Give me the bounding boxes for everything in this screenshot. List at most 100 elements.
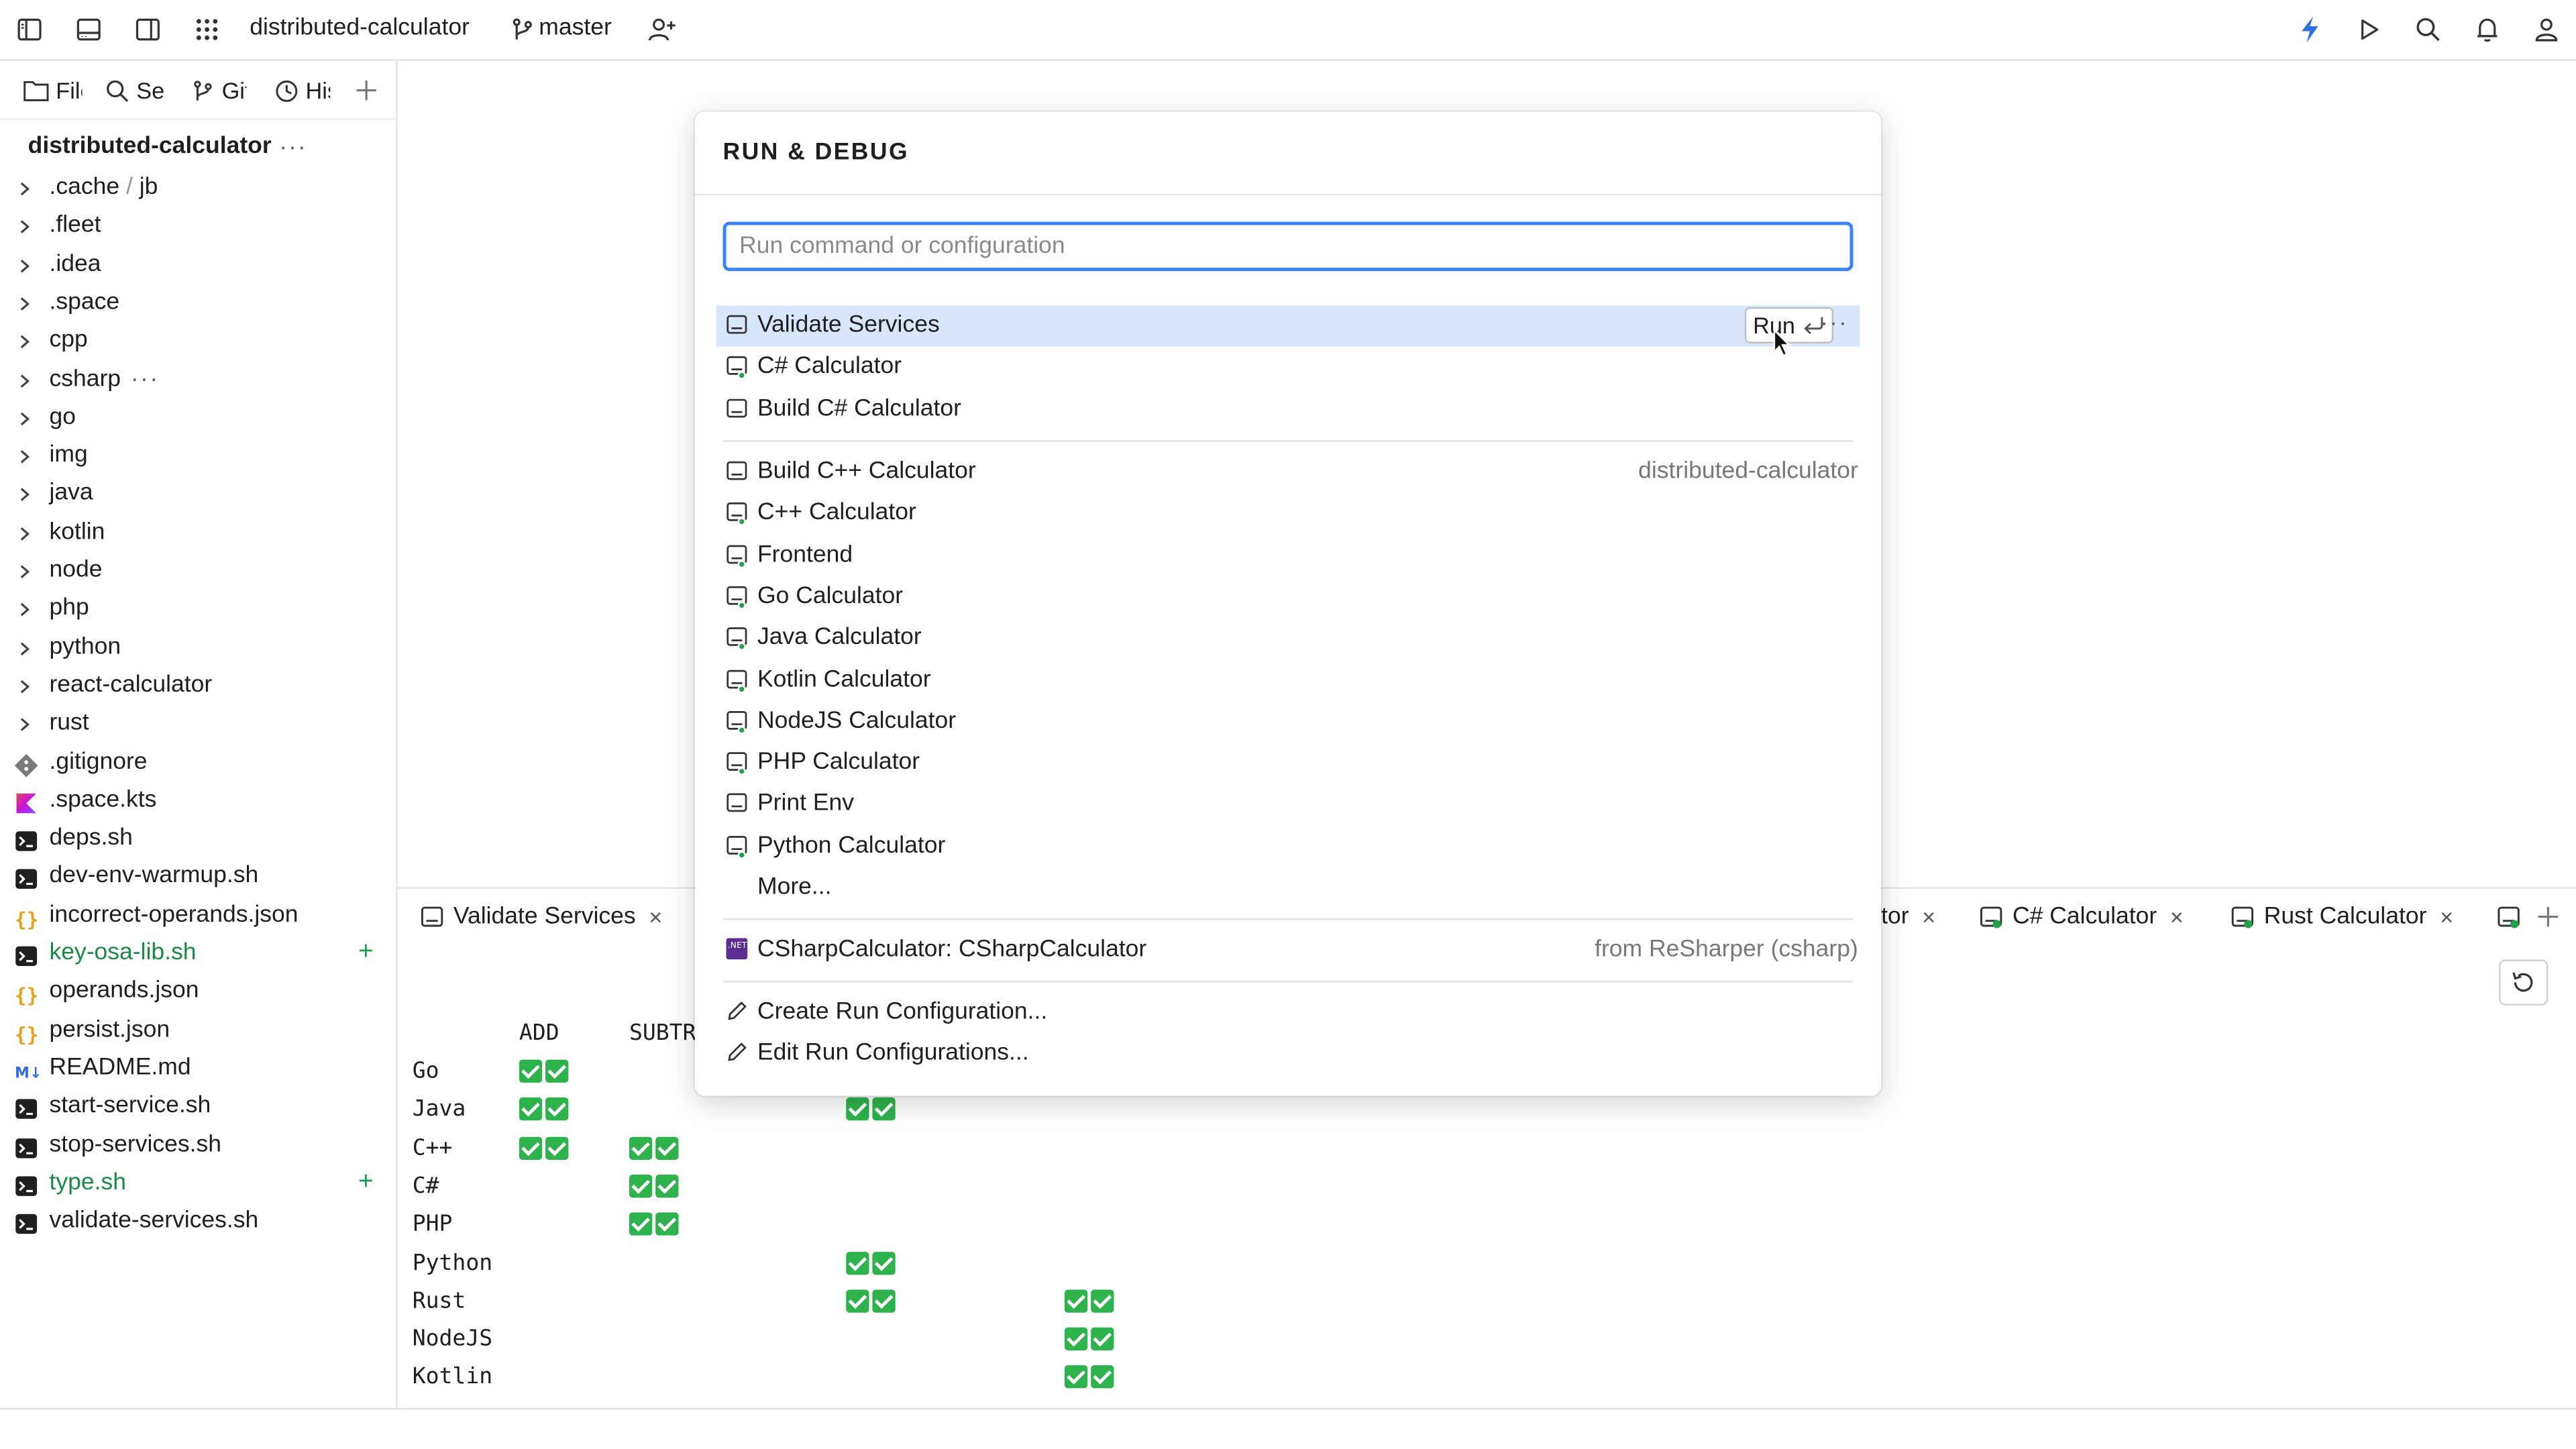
tree-file[interactable]: stop-services.sh [0, 1128, 398, 1165]
run-config-item[interactable]: C# Calculator [716, 347, 1860, 388]
chevron-right-icon[interactable] [16, 180, 32, 197]
chevron-right-icon[interactable] [16, 449, 32, 465]
tree-folder[interactable]: .cache / jb [0, 171, 398, 209]
search-icon[interactable] [2412, 13, 2445, 46]
run-config-item[interactable]: Kotlin Calculator [716, 659, 1860, 700]
chevron-right-icon[interactable] [16, 716, 32, 733]
tree-file[interactable]: key-osa-lib.sh + [0, 936, 398, 974]
tab-validate-services[interactable]: Validate Services × [421, 899, 662, 935]
tree-folder[interactable]: csharp ··· [0, 362, 398, 400]
run-config-item[interactable]: Java Calculator [716, 618, 1860, 659]
tree-file[interactable]: type.sh + [0, 1166, 398, 1203]
tab-rust-calculator[interactable]: Rust Calculator × [2231, 899, 2453, 935]
run-config-action[interactable]: Edit Run Configurations... [716, 1034, 1860, 1075]
user-icon[interactable] [2530, 13, 2563, 46]
run-config-item[interactable]: Validate Services Run ··· [716, 305, 1860, 347]
add-user-icon[interactable] [645, 13, 678, 46]
tab-history[interactable]: History [274, 76, 330, 105]
chevron-right-icon[interactable] [16, 602, 32, 618]
more-options-icon[interactable]: ··· [1820, 309, 1848, 335]
run-config-item[interactable]: Build C++ Calculator distributed-calculat… [716, 451, 1860, 492]
sidebar-left-icon[interactable] [13, 13, 46, 46]
tree-folder[interactable]: img [0, 439, 398, 476]
run-config-item[interactable]: Frontend [716, 535, 1860, 576]
add-tab-button[interactable] [355, 76, 384, 105]
chevron-right-icon[interactable] [16, 525, 32, 541]
panel-bottom-icon[interactable] [72, 13, 105, 46]
tree-file[interactable]: {} operands.json [0, 975, 398, 1012]
bell-icon[interactable] [2471, 13, 2504, 46]
svg-text:{}: {} [15, 985, 38, 1006]
chevron-right-icon[interactable] [16, 257, 32, 273]
tab-files[interactable]: Files [23, 76, 82, 105]
run-config-item[interactable]: Print Env [716, 784, 1860, 825]
chevron-right-icon[interactable] [16, 372, 32, 388]
rerun-button[interactable] [2498, 959, 2548, 1006]
chevron-right-icon[interactable] [16, 411, 32, 427]
tree-folder[interactable]: php [0, 592, 398, 629]
tree-file[interactable]: validate-services.sh [0, 1204, 398, 1242]
add-tab-button[interactable] [2536, 899, 2559, 935]
chevron-right-icon[interactable] [16, 219, 32, 235]
run-config-item[interactable]: C++ Calculator [716, 493, 1860, 534]
tree-file[interactable]: {} incorrect-operands.json [0, 898, 398, 936]
project-name[interactable]: distributed-calculator [250, 15, 470, 41]
apps-grid-icon[interactable] [191, 13, 223, 46]
resharper-config-item[interactable]: .NET CSharpCalculator: CSharpCalculator fr… [716, 930, 1860, 971]
chevron-right-icon[interactable] [16, 640, 32, 656]
run-config-label: NodeJS Calculator [757, 708, 957, 735]
tree-file[interactable]: .gitignore [0, 745, 398, 783]
close-icon[interactable]: × [2170, 904, 2184, 930]
close-icon[interactable]: × [649, 904, 662, 930]
tree-file[interactable]: start-service.sh [0, 1089, 398, 1127]
shell-file-icon [15, 830, 40, 853]
chevron-right-icon[interactable] [16, 296, 32, 312]
tree-file[interactable]: dev-env-warmup.sh [0, 860, 398, 898]
tab-csharp-calculator[interactable]: C# Calculator × [1980, 899, 2184, 935]
tree-folder[interactable]: .fleet [0, 209, 398, 247]
run-icon[interactable] [2353, 13, 2385, 46]
tree-folder[interactable]: go [0, 400, 398, 438]
tree-folder[interactable]: .idea [0, 248, 398, 285]
close-icon[interactable]: × [1922, 904, 1935, 930]
tree-folder[interactable]: java [0, 477, 398, 515]
tree-file-label: operands.json [49, 977, 199, 1005]
run-search-input[interactable] [722, 221, 1854, 272]
run-config-action[interactable]: Create Run Configuration... [716, 992, 1860, 1033]
tree-file[interactable]: M↓ README.md [0, 1051, 398, 1089]
tree-folder[interactable]: rust [0, 707, 398, 745]
tree-folder[interactable]: kotlin [0, 515, 398, 553]
tree-file[interactable]: {} persist.json [0, 1013, 398, 1051]
tree-file-label: stop-services.sh [49, 1131, 222, 1158]
run-config-item[interactable]: Build C# Calculator [716, 389, 1860, 430]
tree-folder[interactable]: react-calculator [0, 668, 398, 706]
chevron-right-icon[interactable] [16, 487, 32, 503]
project-more-icon[interactable]: ··· [279, 133, 307, 159]
tree-folder[interactable]: .space [0, 286, 398, 323]
tree-folder[interactable]: cpp [0, 324, 398, 362]
tree-file[interactable]: deps.sh [0, 822, 398, 859]
tree-folder[interactable]: node [0, 553, 398, 591]
run-config-item[interactable]: Python Calculator [716, 826, 1860, 867]
branch-name[interactable]: master [539, 15, 612, 41]
run-config-item[interactable]: NodeJS Calculator [716, 701, 1860, 742]
tab-truncated[interactable]: tor × [1881, 899, 1935, 935]
tab-git[interactable]: Git [191, 76, 246, 105]
chevron-right-icon[interactable] [16, 564, 32, 580]
tab-overflow[interactable] [2497, 899, 2520, 935]
tree-file[interactable]: .space.kts [0, 784, 398, 821]
running-dot [737, 518, 746, 527]
folder-more-icon[interactable]: ··· [131, 366, 160, 392]
sidebar-right-icon[interactable] [131, 13, 164, 46]
close-icon[interactable]: × [2440, 904, 2453, 930]
chevron-right-icon[interactable] [16, 678, 32, 694]
chevron-right-icon[interactable] [16, 334, 32, 350]
tree-folder[interactable]: python [0, 630, 398, 667]
lightning-icon[interactable] [2294, 13, 2326, 46]
project-tree-title[interactable]: distributed-calculator [28, 133, 272, 159]
run-config-item[interactable]: More... [716, 867, 1860, 908]
run-config-item[interactable]: Go Calculator [716, 576, 1860, 617]
tab-search[interactable]: Search [105, 76, 164, 105]
action-label: Edit Run Configurations... [757, 1040, 1029, 1067]
run-config-item[interactable]: PHP Calculator [716, 743, 1860, 784]
